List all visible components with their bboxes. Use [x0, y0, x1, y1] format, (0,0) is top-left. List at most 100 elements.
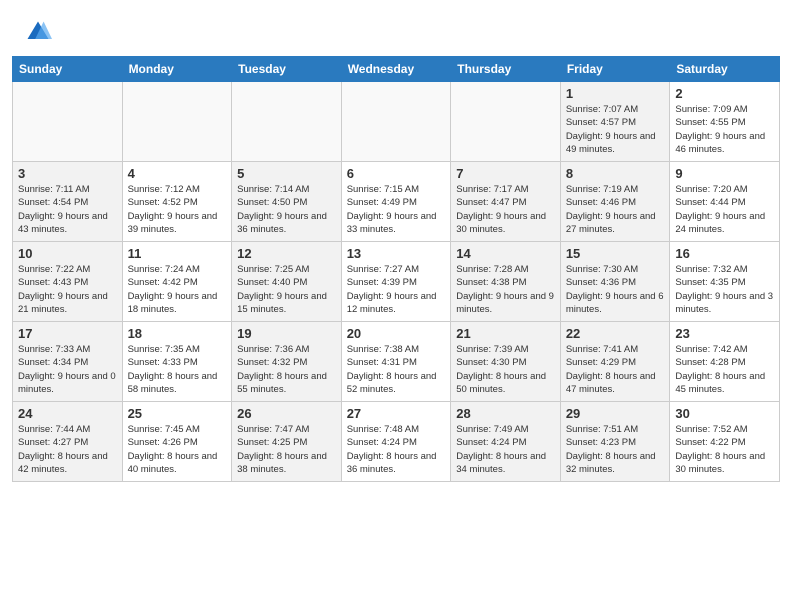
day-info: Sunrise: 7:45 AM Sunset: 4:26 PM Dayligh… [128, 423, 227, 476]
dow-header: Tuesday [232, 57, 342, 82]
calendar-cell: 9 Sunrise: 7:20 AM Sunset: 4:44 PM Daylig… [670, 162, 780, 242]
calendar-cell: 1 Sunrise: 7:07 AM Sunset: 4:57 PM Daylig… [560, 82, 670, 162]
day-number: 10 [18, 246, 117, 261]
calendar-body: 1 Sunrise: 7:07 AM Sunset: 4:57 PM Daylig… [13, 82, 780, 482]
calendar-cell: 4 Sunrise: 7:12 AM Sunset: 4:52 PM Daylig… [122, 162, 232, 242]
calendar-cell: 6 Sunrise: 7:15 AM Sunset: 4:49 PM Daylig… [341, 162, 451, 242]
day-info: Sunrise: 7:47 AM Sunset: 4:25 PM Dayligh… [237, 423, 336, 476]
calendar-cell: 23 Sunrise: 7:42 AM Sunset: 4:28 PM Dayli… [670, 322, 780, 402]
day-info: Sunrise: 7:32 AM Sunset: 4:35 PM Dayligh… [675, 263, 774, 316]
day-info: Sunrise: 7:07 AM Sunset: 4:57 PM Dayligh… [566, 103, 665, 156]
day-number: 16 [675, 246, 774, 261]
calendar-cell [122, 82, 232, 162]
calendar-week-row: 1 Sunrise: 7:07 AM Sunset: 4:57 PM Daylig… [13, 82, 780, 162]
calendar-cell: 11 Sunrise: 7:24 AM Sunset: 4:42 PM Dayli… [122, 242, 232, 322]
dow-header: Wednesday [341, 57, 451, 82]
calendar-cell: 14 Sunrise: 7:28 AM Sunset: 4:38 PM Dayli… [451, 242, 561, 322]
calendar-cell: 21 Sunrise: 7:39 AM Sunset: 4:30 PM Dayli… [451, 322, 561, 402]
day-number: 5 [237, 166, 336, 181]
calendar-cell: 17 Sunrise: 7:33 AM Sunset: 4:34 PM Dayli… [13, 322, 123, 402]
day-number: 1 [566, 86, 665, 101]
day-info: Sunrise: 7:19 AM Sunset: 4:46 PM Dayligh… [566, 183, 665, 236]
calendar-cell: 5 Sunrise: 7:14 AM Sunset: 4:50 PM Daylig… [232, 162, 342, 242]
day-number: 13 [347, 246, 446, 261]
calendar-week-row: 3Sunrise: 7:11 AM Sunset: 4:54 PM Daylig… [13, 162, 780, 242]
calendar-week-row: 24Sunrise: 7:44 AM Sunset: 4:27 PM Dayli… [13, 402, 780, 482]
calendar-cell: 22 Sunrise: 7:41 AM Sunset: 4:29 PM Dayli… [560, 322, 670, 402]
calendar-cell: 12 Sunrise: 7:25 AM Sunset: 4:40 PM Dayli… [232, 242, 342, 322]
day-number: 8 [566, 166, 665, 181]
calendar-cell: 7Sunrise: 7:17 AM Sunset: 4:47 PM Daylig… [451, 162, 561, 242]
day-info: Sunrise: 7:15 AM Sunset: 4:49 PM Dayligh… [347, 183, 446, 236]
calendar-cell [451, 82, 561, 162]
day-number: 30 [675, 406, 774, 421]
day-number: 23 [675, 326, 774, 341]
day-info: Sunrise: 7:17 AM Sunset: 4:47 PM Dayligh… [456, 183, 555, 236]
day-info: Sunrise: 7:30 AM Sunset: 4:36 PM Dayligh… [566, 263, 665, 316]
day-info: Sunrise: 7:52 AM Sunset: 4:22 PM Dayligh… [675, 423, 774, 476]
dow-header: Thursday [451, 57, 561, 82]
calendar-cell: 8 Sunrise: 7:19 AM Sunset: 4:46 PM Daylig… [560, 162, 670, 242]
day-number: 28 [456, 406, 555, 421]
calendar-cell [341, 82, 451, 162]
calendar-cell [232, 82, 342, 162]
day-info: Sunrise: 7:12 AM Sunset: 4:52 PM Dayligh… [128, 183, 227, 236]
day-number: 17 [18, 326, 117, 341]
day-info: Sunrise: 7:22 AM Sunset: 4:43 PM Dayligh… [18, 263, 117, 316]
day-number: 27 [347, 406, 446, 421]
day-number: 9 [675, 166, 774, 181]
day-info: Sunrise: 7:36 AM Sunset: 4:32 PM Dayligh… [237, 343, 336, 396]
calendar-week-row: 10 Sunrise: 7:22 AM Sunset: 4:43 PM Dayli… [13, 242, 780, 322]
dow-header: Friday [560, 57, 670, 82]
calendar-week-row: 17 Sunrise: 7:33 AM Sunset: 4:34 PM Dayli… [13, 322, 780, 402]
day-number: 26 [237, 406, 336, 421]
calendar-cell: 15 Sunrise: 7:30 AM Sunset: 4:36 PM Dayli… [560, 242, 670, 322]
day-info: Sunrise: 7:51 AM Sunset: 4:23 PM Dayligh… [566, 423, 665, 476]
calendar-cell: 16 Sunrise: 7:32 AM Sunset: 4:35 PM Dayli… [670, 242, 780, 322]
day-number: 24 [18, 406, 117, 421]
calendar-cell: 27 Sunrise: 7:48 AM Sunset: 4:24 PM Dayli… [341, 402, 451, 482]
day-info: Sunrise: 7:27 AM Sunset: 4:39 PM Dayligh… [347, 263, 446, 316]
page-header [0, 0, 792, 56]
dow-header: Saturday [670, 57, 780, 82]
calendar-cell: 3Sunrise: 7:11 AM Sunset: 4:54 PM Daylig… [13, 162, 123, 242]
dow-header: Sunday [13, 57, 123, 82]
day-number: 11 [128, 246, 227, 261]
calendar-cell: 29 Sunrise: 7:51 AM Sunset: 4:23 PM Dayli… [560, 402, 670, 482]
day-number: 29 [566, 406, 665, 421]
day-info: Sunrise: 7:48 AM Sunset: 4:24 PM Dayligh… [347, 423, 446, 476]
day-info: Sunrise: 7:41 AM Sunset: 4:29 PM Dayligh… [566, 343, 665, 396]
day-info: Sunrise: 7:42 AM Sunset: 4:28 PM Dayligh… [675, 343, 774, 396]
day-number: 14 [456, 246, 555, 261]
day-number: 2 [675, 86, 774, 101]
day-number: 22 [566, 326, 665, 341]
day-number: 21 [456, 326, 555, 341]
calendar-cell: 2 Sunrise: 7:09 AM Sunset: 4:55 PM Daylig… [670, 82, 780, 162]
calendar-cell: 19 Sunrise: 7:36 AM Sunset: 4:32 PM Dayli… [232, 322, 342, 402]
day-info: Sunrise: 7:33 AM Sunset: 4:34 PM Dayligh… [18, 343, 117, 396]
day-info: Sunrise: 7:35 AM Sunset: 4:33 PM Dayligh… [128, 343, 227, 396]
day-info: Sunrise: 7:20 AM Sunset: 4:44 PM Dayligh… [675, 183, 774, 236]
calendar-cell [13, 82, 123, 162]
calendar-cell: 13 Sunrise: 7:27 AM Sunset: 4:39 PM Dayli… [341, 242, 451, 322]
calendar-cell: 10 Sunrise: 7:22 AM Sunset: 4:43 PM Dayli… [13, 242, 123, 322]
day-number: 19 [237, 326, 336, 341]
day-number: 25 [128, 406, 227, 421]
day-number: 15 [566, 246, 665, 261]
day-info: Sunrise: 7:49 AM Sunset: 4:24 PM Dayligh… [456, 423, 555, 476]
day-number: 3 [18, 166, 117, 181]
logo-icon [24, 18, 52, 46]
day-number: 12 [237, 246, 336, 261]
day-info: Sunrise: 7:28 AM Sunset: 4:38 PM Dayligh… [456, 263, 555, 316]
day-info: Sunrise: 7:39 AM Sunset: 4:30 PM Dayligh… [456, 343, 555, 396]
day-number: 4 [128, 166, 227, 181]
day-info: Sunrise: 7:09 AM Sunset: 4:55 PM Dayligh… [675, 103, 774, 156]
day-info: Sunrise: 7:25 AM Sunset: 4:40 PM Dayligh… [237, 263, 336, 316]
day-info: Sunrise: 7:14 AM Sunset: 4:50 PM Dayligh… [237, 183, 336, 236]
day-number: 6 [347, 166, 446, 181]
days-of-week-row: SundayMondayTuesdayWednesdayThursdayFrid… [13, 57, 780, 82]
calendar-cell: 28 Sunrise: 7:49 AM Sunset: 4:24 PM Dayli… [451, 402, 561, 482]
calendar-cell: 24Sunrise: 7:44 AM Sunset: 4:27 PM Dayli… [13, 402, 123, 482]
day-info: Sunrise: 7:24 AM Sunset: 4:42 PM Dayligh… [128, 263, 227, 316]
day-number: 20 [347, 326, 446, 341]
